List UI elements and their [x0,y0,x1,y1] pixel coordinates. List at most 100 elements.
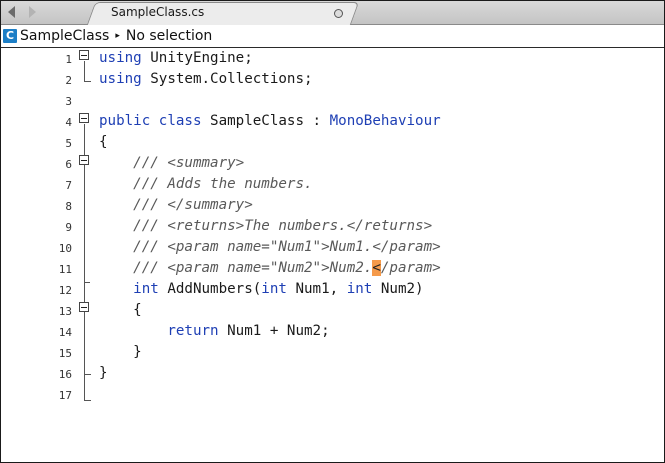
code-text[interactable]: /// </summary> [99,197,253,213]
code-token: /// </summary> [99,197,253,213]
code-line[interactable]: 17 [1,385,664,406]
tab-close-icon[interactable] [334,9,343,18]
code-line[interactable]: 1 using UnityEngine; [1,49,664,70]
fold-guide [84,313,85,368]
line-number: 9 [65,221,72,234]
line-number: 1 [65,53,72,66]
code-token: } [99,365,108,381]
code-token: SampleClass : [201,113,330,129]
line-number: 10 [58,242,72,255]
code-token: MonoBehaviour [329,113,441,129]
line-number: 3 [65,95,72,108]
code-token: } [99,344,142,360]
code-editor[interactable]: 17 16} 15 } 14 return Num1 + Num2; 13 {12 in… [1,49,664,462]
breadcrumb-class[interactable]: SampleClass [20,28,109,44]
code-line[interactable]: 7 /// Adds the numbers. [1,175,664,196]
fold-end-mark [84,70,91,82]
code-token: /// Adds the numbers. [99,176,313,192]
code-line[interactable]: 5{ [1,133,664,154]
code-text[interactable]: /// <param name="Num2">Num2.</param> [99,260,441,276]
code-text[interactable]: /// <param name="Num1">Num1.</param> [99,239,441,255]
code-token: /param> [380,260,441,276]
code-token: /// <param name="Num2">Num2. [99,260,373,276]
fold-toggle-icon[interactable] [79,155,89,165]
code-token: public [99,113,151,129]
code-token: int [133,281,159,297]
code-token: { [99,134,108,150]
code-token: { [99,302,142,318]
editor-window: SampleClass.cs C SampleClass ▸ No selectio… [0,0,665,463]
line-number: 12 [58,284,72,297]
breadcrumb: C SampleClass ▸ No selection [1,25,664,48]
code-token: Num2) [372,281,424,297]
code-token: /// <summary> [99,155,245,171]
line-number: 11 [58,263,72,276]
line-number: 5 [65,137,72,150]
fold-toggle-icon[interactable] [79,302,89,312]
code-line[interactable]: 15 } [1,343,664,364]
code-text[interactable]: } [99,344,142,360]
code-text[interactable]: { [99,302,142,318]
code-line[interactable]: 12 int AddNumbers(int Num1, int Num2) [1,280,664,301]
fold-end-mark [84,281,90,283]
code-token: using [99,50,142,66]
breadcrumb-member[interactable]: No selection [126,28,212,44]
code-text[interactable]: /// Adds the numbers. [99,176,313,192]
code-text[interactable]: public class SampleClass : MonoBehaviour [99,113,441,129]
back-arrow-icon[interactable] [8,6,15,18]
line-number: 4 [65,116,72,129]
fold-end-mark [84,364,91,375]
code-token: AddNumbers( [158,281,262,297]
code-line[interactable]: 11 /// <param name="Num2">Num2.</param> [1,259,664,280]
line-number: 17 [58,389,72,402]
fold-guide [84,61,85,70]
code-line[interactable]: 6 /// <summary> [1,154,664,175]
code-line[interactable]: 9 /// <returns>The numbers.</returns> [1,217,664,238]
fold-toggle-icon[interactable] [79,50,89,60]
class-icon: C [3,29,17,43]
code-line[interactable]: 16} [1,364,664,385]
code-token: int [261,281,287,297]
code-line[interactable]: 8 /// </summary> [1,196,664,217]
code-text[interactable]: } [99,365,108,381]
text-cursor-highlight: < [372,260,381,276]
breadcrumb-text: SampleClass ▸ No selection [20,28,212,44]
code-line[interactable]: 14 return Num1 + Num2; [1,322,664,343]
code-token: UnityEngine; [141,50,253,66]
line-number: 2 [65,74,72,87]
code-text[interactable]: /// <returns>The numbers.</returns> [99,218,432,234]
code-token: System.Collections; [141,71,313,87]
code-line[interactable]: 4 public class SampleClass : MonoBehaviou… [1,112,664,133]
code-text[interactable]: { [99,134,108,150]
code-token: using [99,71,142,87]
code-text[interactable]: int AddNumbers(int Num1, int Num2) [99,281,424,297]
code-text[interactable]: return Num1 + Num2; [99,323,330,339]
line-number: 14 [58,326,72,339]
tab-bar: SampleClass.cs [1,1,664,25]
tab-file-label[interactable]: SampleClass.cs [111,5,204,19]
code-token: /// <param name="Num1">Num1.</param> [99,239,441,255]
code-line[interactable]: 2 using System.Collections; [1,70,664,91]
code-text[interactable]: /// <summary> [99,155,244,171]
code-token: class [158,113,202,129]
line-number: 16 [58,368,72,381]
forward-arrow-icon[interactable] [29,6,36,18]
line-number: 13 [58,305,72,318]
code-line[interactable]: 13 { [1,301,664,322]
breadcrumb-separator-icon: ▸ [115,31,120,41]
code-token: Num1 + Num2; [218,323,330,339]
line-number: 15 [58,347,72,360]
code-token: return [167,323,219,339]
line-number: 6 [65,158,72,171]
code-text[interactable]: using UnityEngine; [99,50,253,66]
fold-end-mark [84,389,91,401]
code-token: int [346,281,373,297]
code-text[interactable]: using System.Collections; [99,71,313,87]
fold-guide [84,166,85,271]
code-line[interactable]: 3 [1,91,664,112]
fold-toggle-icon[interactable] [79,113,89,123]
code-line[interactable]: 10 /// <param name="Num1">Num1.</param> [1,238,664,259]
